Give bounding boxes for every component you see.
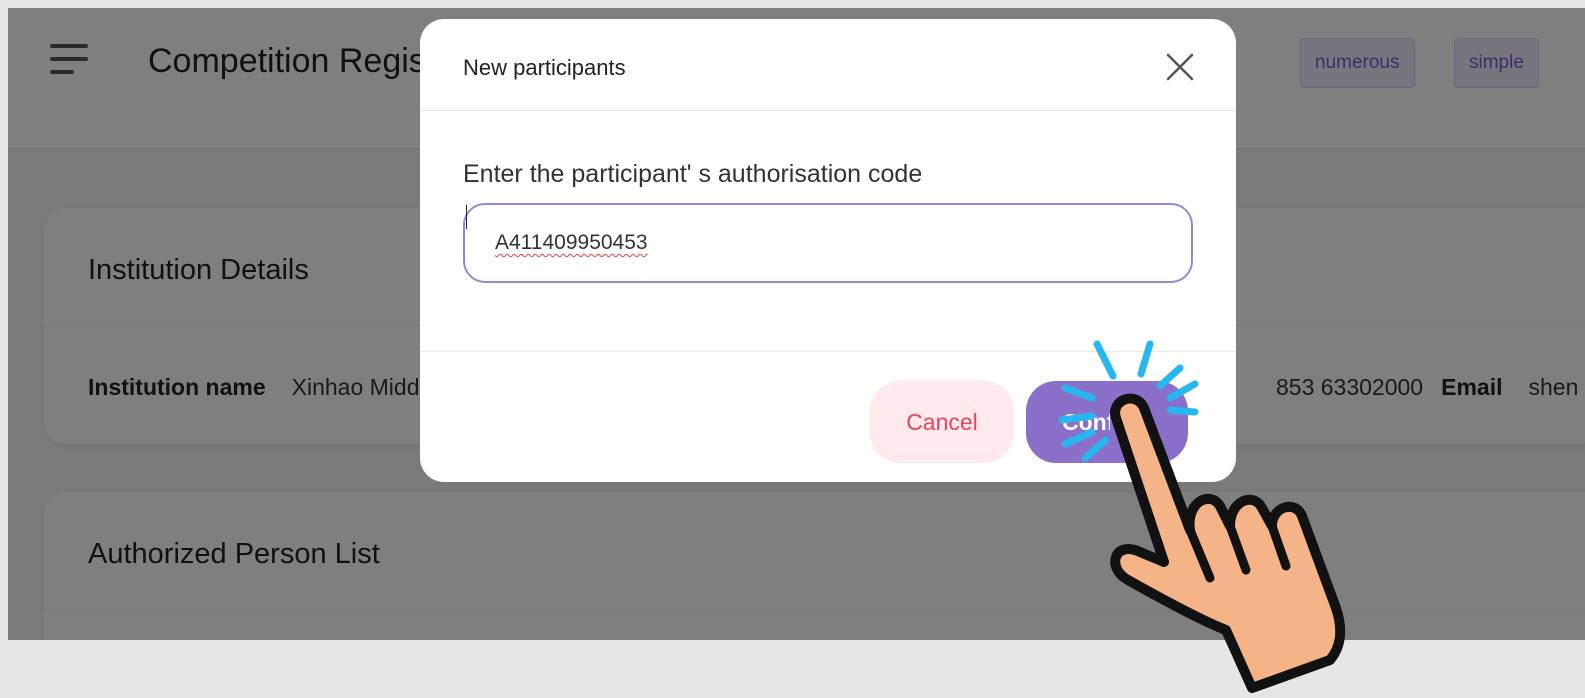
text-caret xyxy=(466,205,467,229)
dialog-header-divider xyxy=(420,110,1236,111)
authorization-code-label: Enter the participant' s authorisation c… xyxy=(463,160,923,188)
authorization-code-value: A411409950453 xyxy=(495,231,648,254)
confirm-button[interactable]: Confirm xyxy=(1026,381,1188,463)
cancel-button[interactable]: Cancel xyxy=(870,381,1014,463)
authorization-code-input[interactable]: A411409950453 xyxy=(463,203,1193,283)
close-icon[interactable] xyxy=(1162,49,1198,85)
new-participant-dialog: New participants Enter the participant' … xyxy=(420,19,1236,482)
dialog-footer-divider xyxy=(420,351,1236,352)
dialog-title: New participants xyxy=(463,55,626,80)
app-window: Competition Registration numerous simple… xyxy=(8,8,1585,640)
confirm-button-label: Confirm xyxy=(1062,408,1110,435)
